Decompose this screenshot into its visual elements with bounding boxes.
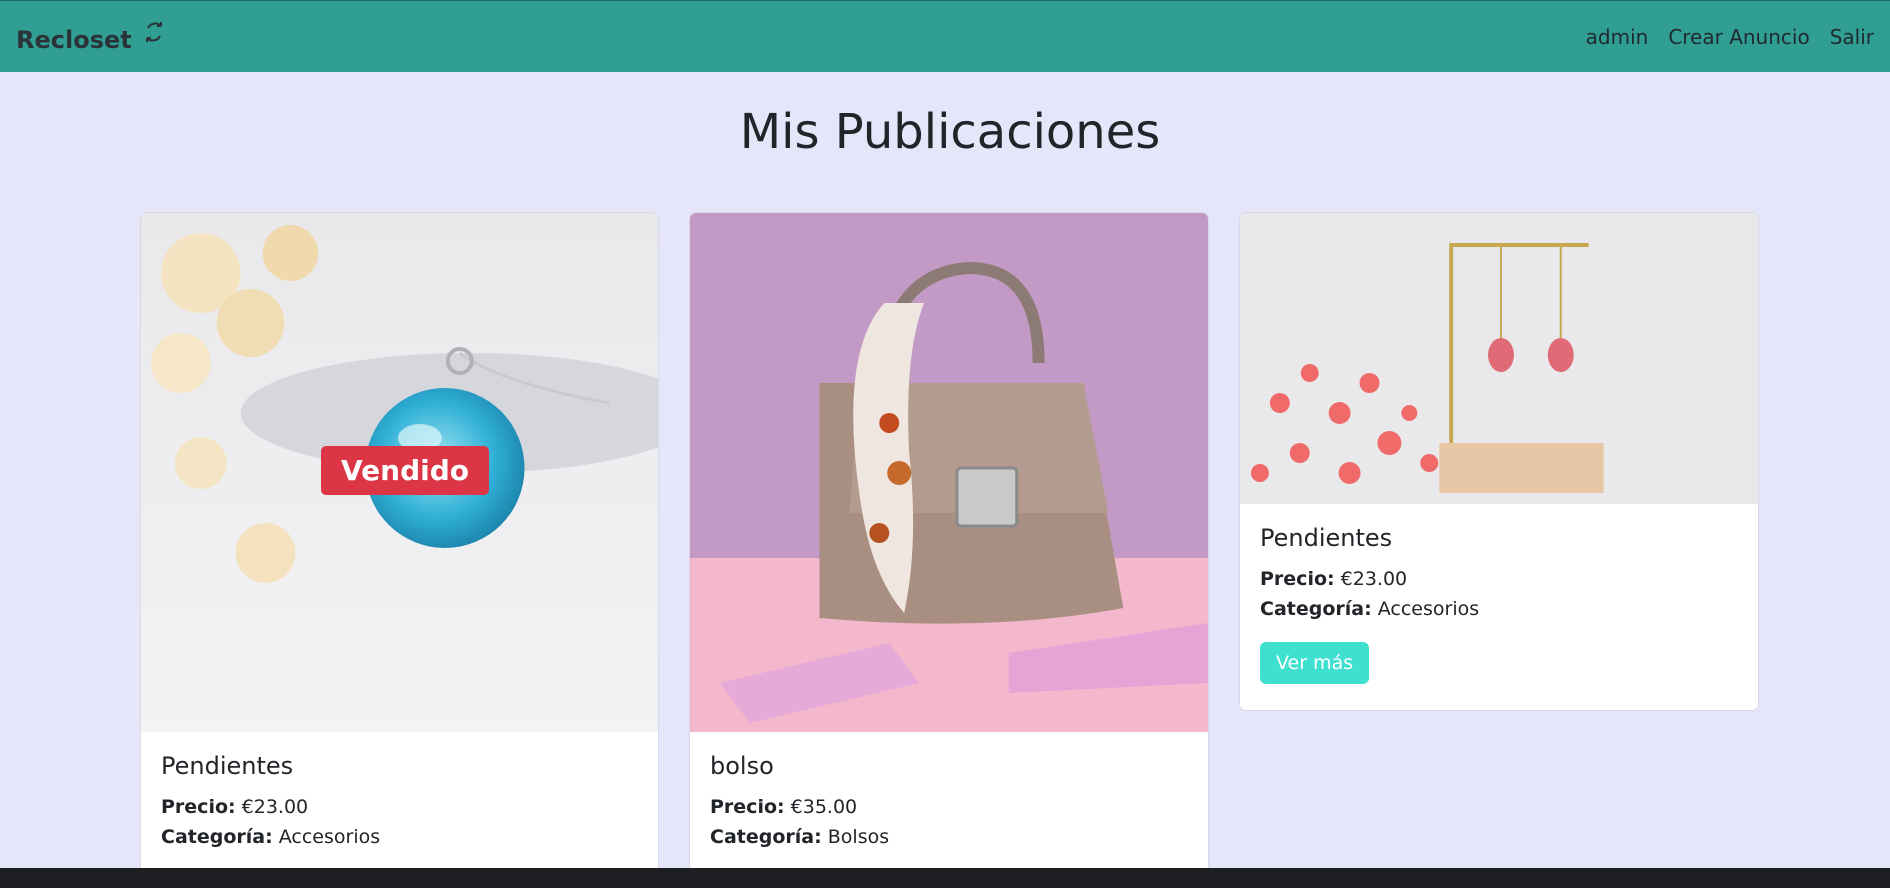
category-value: Bolsos	[827, 826, 890, 848]
card-price: Precio: €35.00	[710, 792, 1188, 822]
card-body: bolso Precio: €35.00 Categoría: Bolsos	[690, 732, 1208, 872]
card-category: Categoría: Accesorios	[161, 822, 638, 852]
sold-badge: Vendido	[321, 446, 489, 495]
card-image-handbag	[690, 213, 1208, 732]
navbar: Recloset admin Crear Anuncio Salir	[0, 0, 1890, 72]
card-category: Categoría: Bolsos	[710, 822, 1188, 852]
nav-links: admin Crear Anuncio Salir	[1586, 25, 1874, 49]
os-taskbar	[0, 868, 1890, 888]
nav-link-logout[interactable]: Salir	[1830, 25, 1874, 49]
card-title: Pendientes	[1260, 524, 1393, 552]
card-body: Pendientes Precio: €23.00 Categoría: Acc…	[141, 732, 658, 872]
listing-card-3: Pendientes Precio: €23.00 Categoría: Acc…	[1239, 212, 1759, 711]
price-value: €35.00	[790, 796, 858, 818]
earrings-photo	[1240, 213, 1758, 504]
view-more-button[interactable]: Ver más	[1260, 642, 1370, 684]
brand-link[interactable]: Recloset	[16, 20, 166, 54]
card-title: bolso	[710, 752, 774, 780]
card-image-earrings	[1240, 213, 1758, 504]
price-label: Precio:	[710, 796, 785, 818]
card-price: Precio: €23.00	[1260, 564, 1738, 594]
brand-name: Recloset	[16, 25, 132, 54]
card-title: Pendientes	[161, 752, 294, 780]
card-category: Categoría: Accesorios	[1260, 594, 1738, 624]
price-value: €23.00	[1340, 568, 1408, 590]
category-value: Accesorios	[278, 826, 381, 848]
category-value: Accesorios	[1377, 598, 1480, 620]
card-image-pendant: Vendido	[141, 213, 658, 732]
card-body: Pendientes Precio: €23.00 Categoría: Acc…	[1240, 504, 1758, 704]
handbag-photo	[690, 213, 1208, 732]
nav-link-create-ad[interactable]: Crear Anuncio	[1668, 25, 1809, 49]
category-label: Categoría:	[1260, 598, 1372, 620]
category-label: Categoría:	[710, 826, 822, 848]
price-value: €23.00	[241, 796, 309, 818]
card-price: Precio: €23.00	[161, 792, 638, 822]
category-label: Categoría:	[161, 826, 273, 848]
page-title: Mis Publicaciones	[739, 104, 1161, 160]
price-label: Precio:	[1260, 568, 1335, 590]
price-label: Precio:	[161, 796, 236, 818]
listing-card-2: bolso Precio: €35.00 Categoría: Bolsos	[689, 212, 1209, 888]
sync-icon	[145, 21, 162, 42]
nav-link-admin[interactable]: admin	[1586, 25, 1649, 49]
listing-card-1: Vendido Pendientes Precio: €23.00 Catego…	[140, 212, 659, 888]
